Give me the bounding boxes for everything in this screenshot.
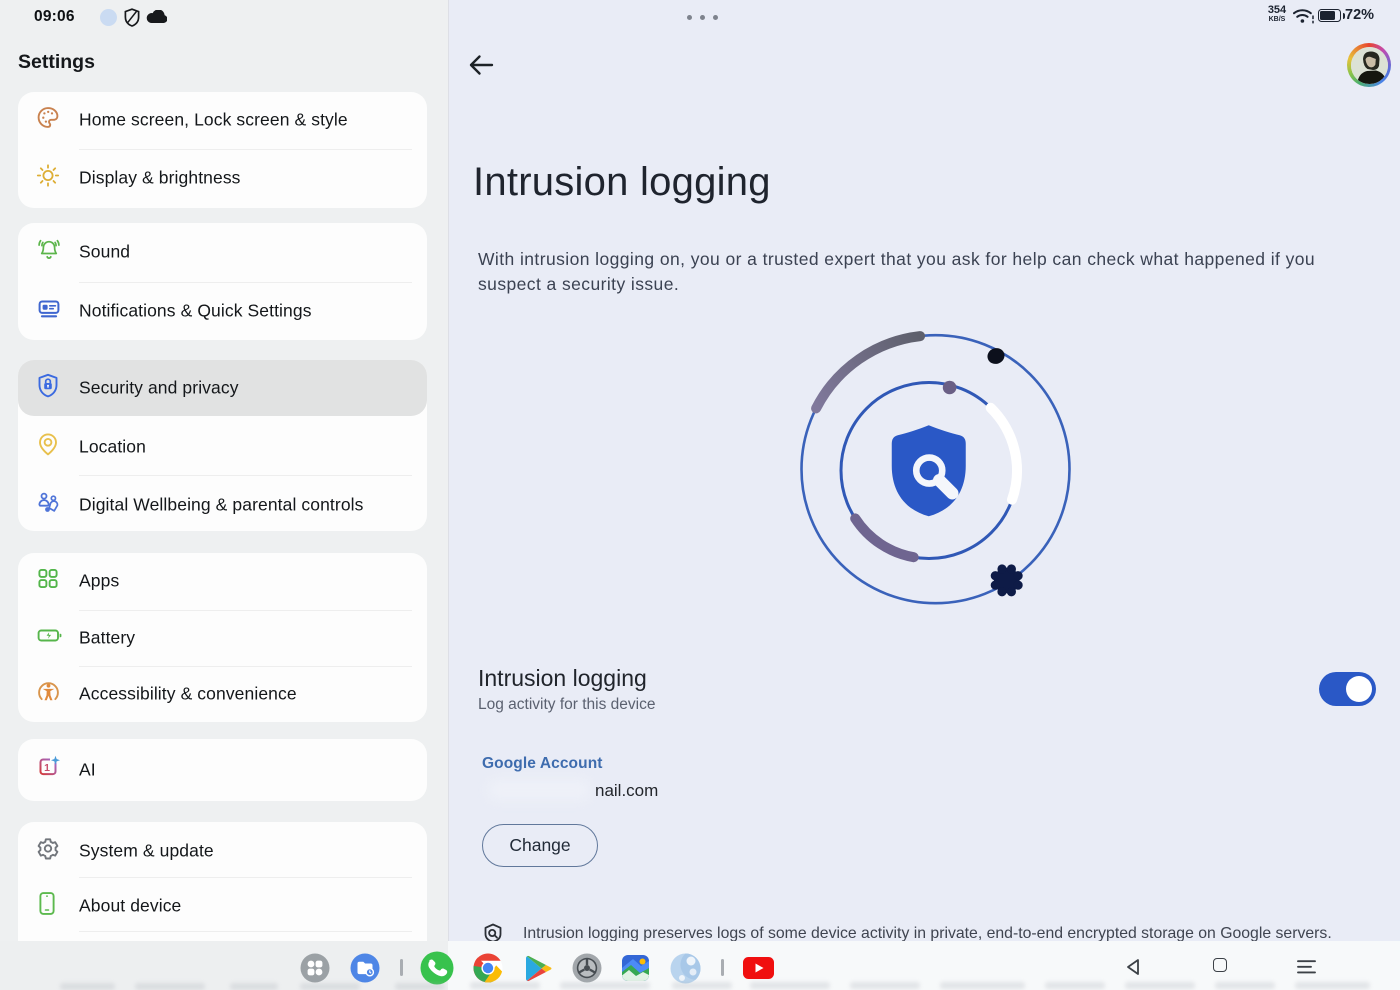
svg-text:1: 1: [44, 762, 50, 774]
